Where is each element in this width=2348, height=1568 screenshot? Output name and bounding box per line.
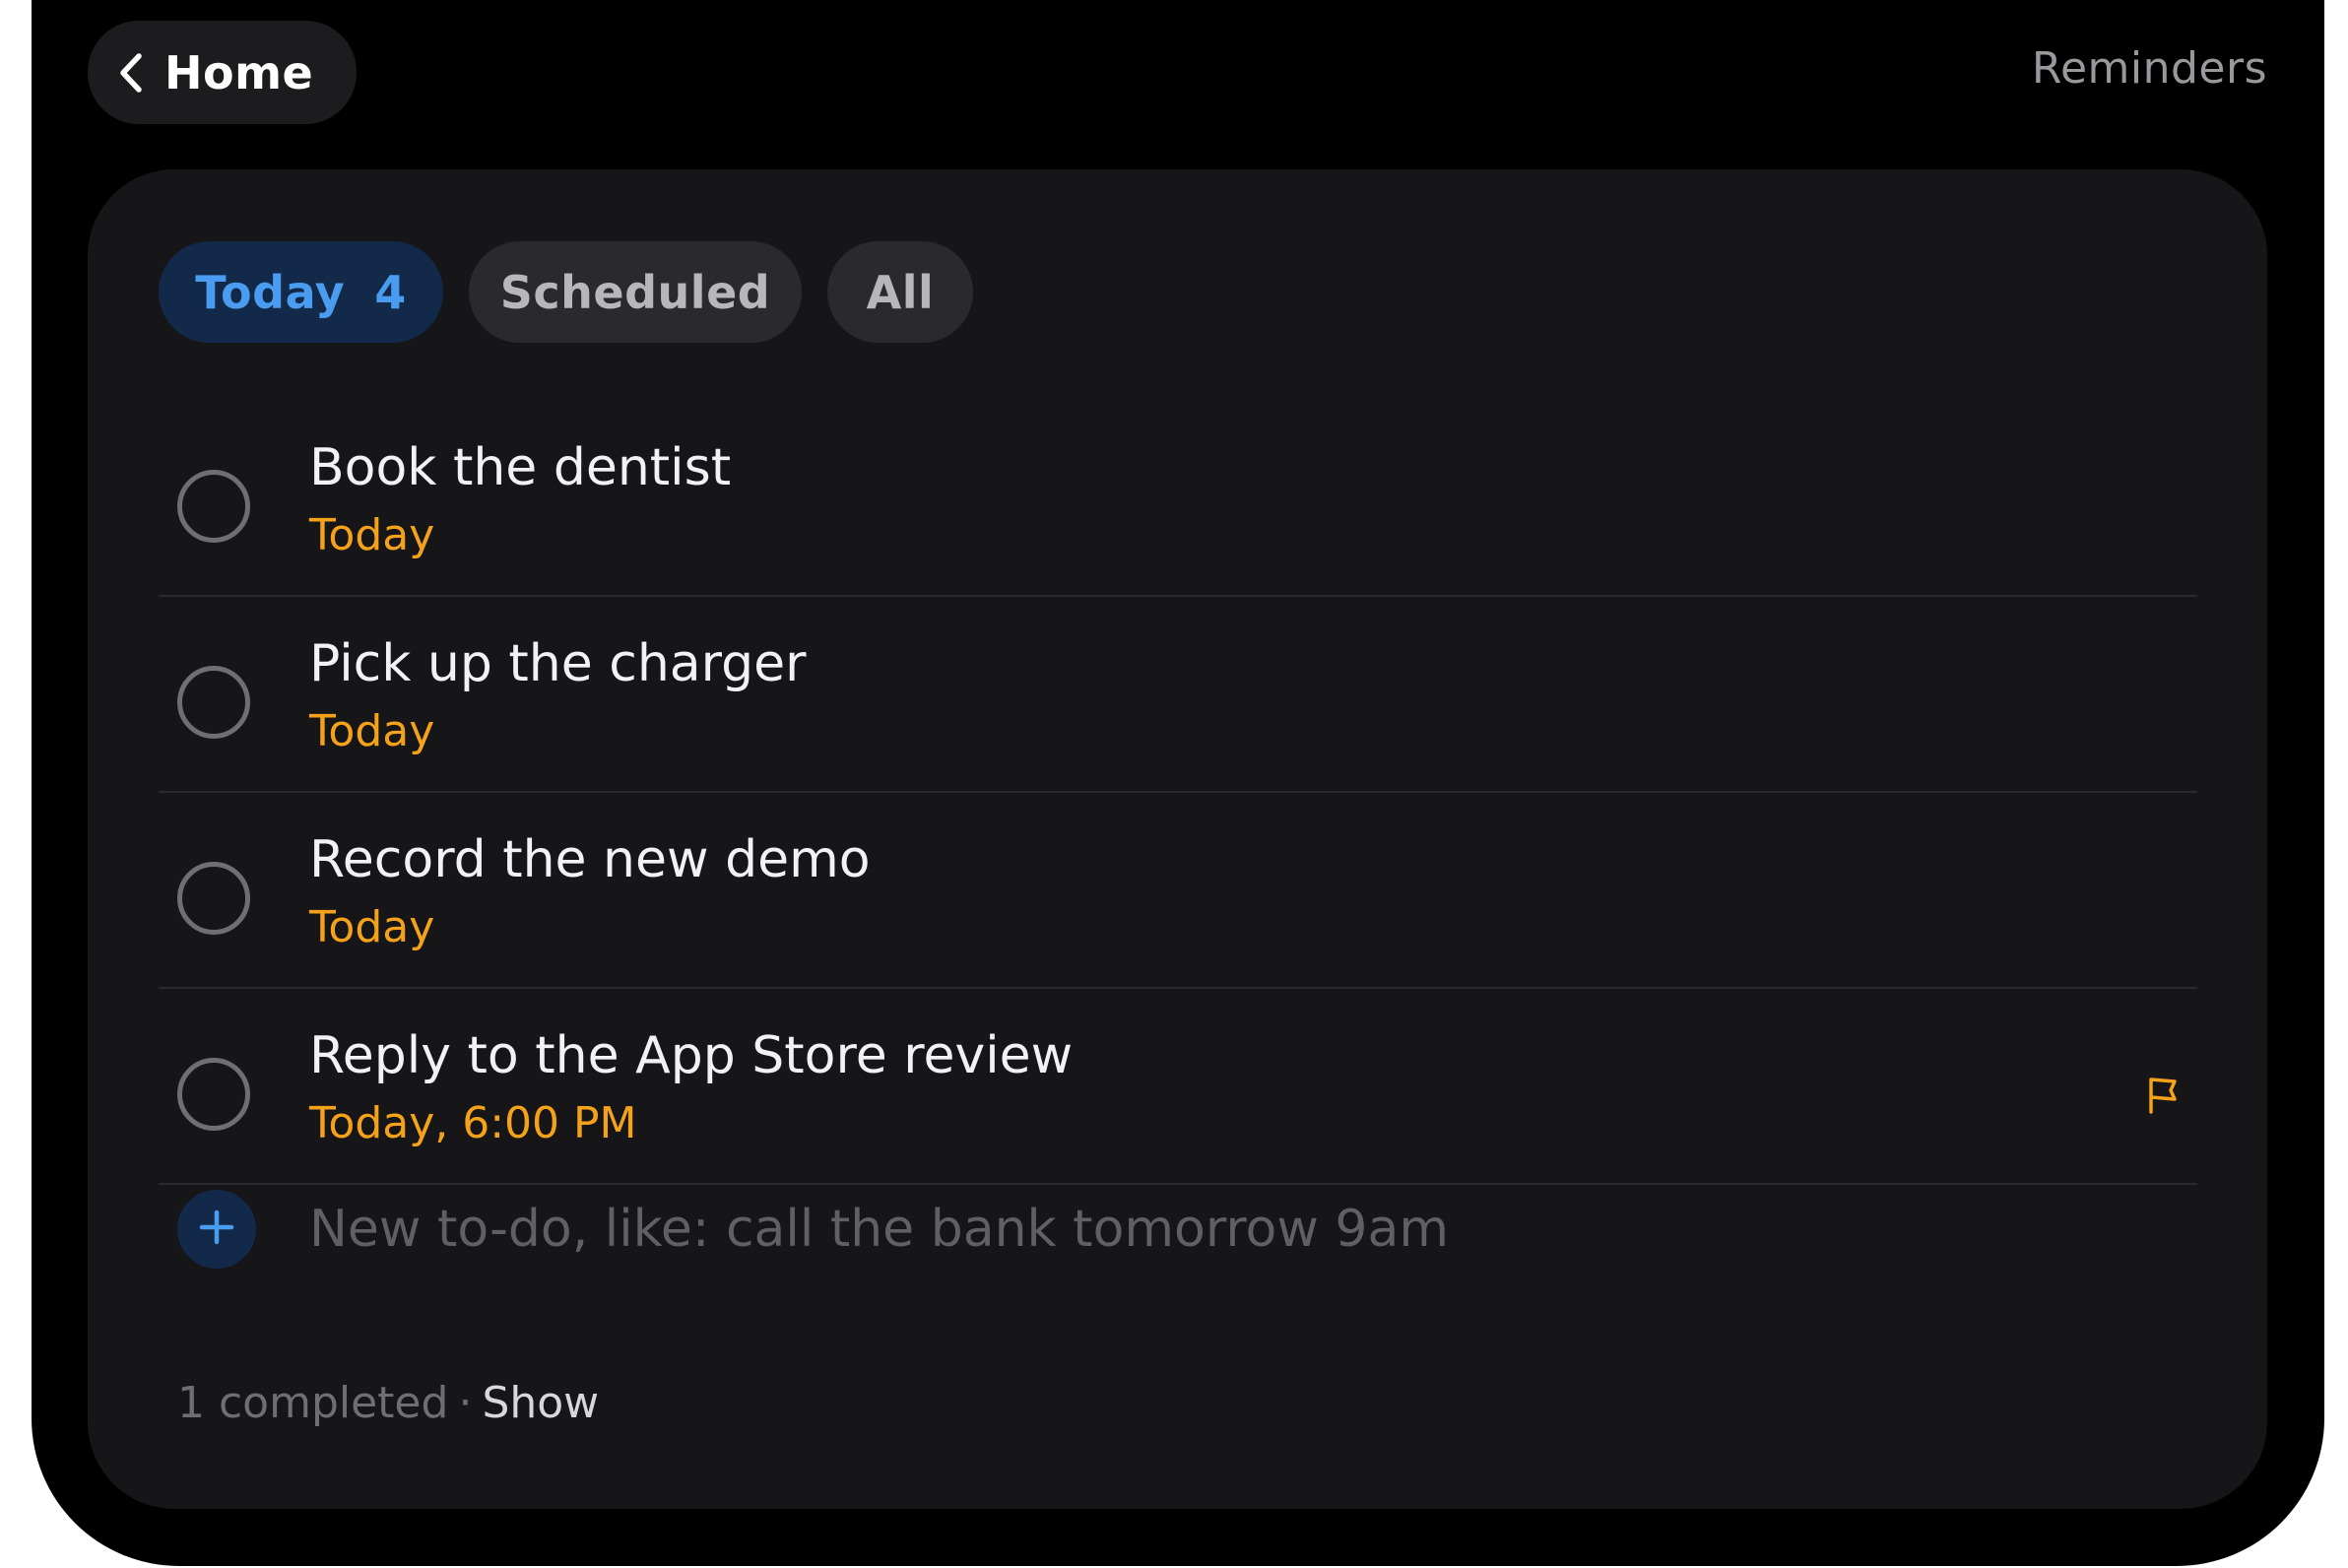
task-row[interactable]: Book the dentist Today <box>159 401 2197 597</box>
task-due-date: Today <box>309 902 435 952</box>
tab-today[interactable]: Today 4 <box>159 241 443 343</box>
task-title: Reply to the App Store review <box>309 1026 1074 1085</box>
back-label: Home <box>164 45 314 99</box>
task-checkbox[interactable] <box>177 1058 250 1131</box>
task-title: Record the new demo <box>309 830 871 889</box>
task-row[interactable]: Record the new demo Today <box>159 793 2197 989</box>
plus-icon <box>198 1209 235 1250</box>
tab-all[interactable]: All <box>827 241 973 343</box>
new-todo-input[interactable] <box>309 1190 1787 1269</box>
completed-summary: 1 completed · Show <box>177 1378 599 1428</box>
task-row[interactable]: Pick up the charger Today <box>159 597 2197 793</box>
task-list: Book the dentist Today Pick up the charg… <box>159 401 2197 1185</box>
tab-scheduled-label: Scheduled <box>499 265 771 319</box>
tab-today-count: 4 <box>374 265 407 319</box>
task-due-date: Today, 6:00 PM <box>309 1098 637 1148</box>
task-title: Pick up the charger <box>309 634 807 693</box>
tab-scheduled[interactable]: Scheduled <box>469 241 802 343</box>
tab-all-label: All <box>866 265 935 319</box>
task-due-date: Today <box>309 510 435 560</box>
show-completed-link[interactable]: Show <box>482 1378 599 1428</box>
completed-count: 1 completed <box>177 1378 449 1428</box>
task-checkbox[interactable] <box>177 666 250 739</box>
chevron-left-icon <box>117 52 143 94</box>
separator-dot: · <box>458 1378 473 1428</box>
filter-tabs: Today 4 Scheduled All <box>159 241 999 343</box>
task-checkbox[interactable] <box>177 470 250 543</box>
new-todo-row <box>159 1172 2197 1280</box>
task-title: Book the dentist <box>309 438 732 497</box>
home-back-button[interactable]: Home <box>88 21 357 124</box>
app-window: Home Reminders Today 4 Scheduled All Boo… <box>32 0 2324 1566</box>
task-checkbox[interactable] <box>177 862 250 935</box>
flag-icon[interactable] <box>2146 1077 2180 1118</box>
tab-today-label: Today <box>195 265 346 319</box>
task-row[interactable]: Reply to the App Store review Today, 6:0… <box>159 989 2197 1185</box>
reminders-card: Today 4 Scheduled All Book the dentist T… <box>88 169 2267 1509</box>
app-title: Reminders <box>2031 43 2267 94</box>
task-due-date: Today <box>309 706 435 756</box>
add-todo-button[interactable] <box>177 1190 256 1269</box>
